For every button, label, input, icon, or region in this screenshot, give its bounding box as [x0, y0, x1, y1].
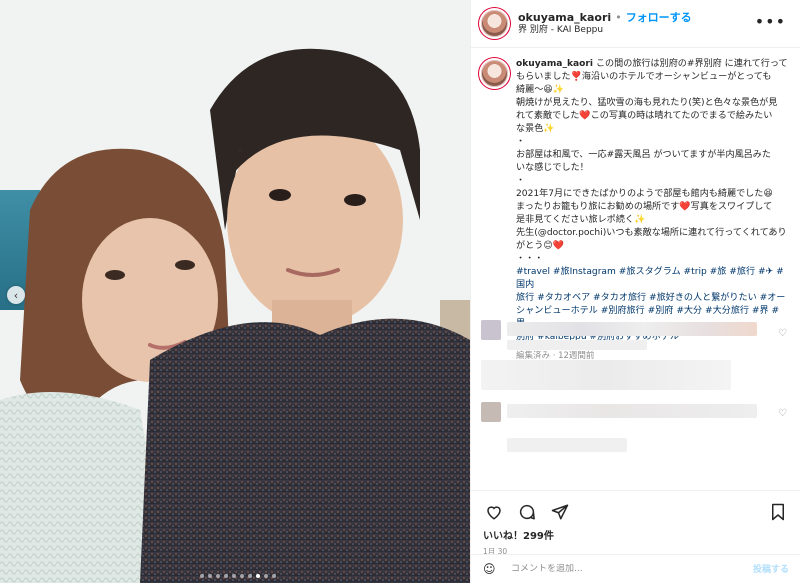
comment-avatar-blurred — [481, 402, 501, 422]
caption-line: この間の旅行は別府の#界別府 に連れて行って — [595, 59, 788, 69]
caption-line: ・・・ — [516, 254, 544, 264]
previous-photo-button[interactable]: ‹ — [7, 286, 25, 304]
hashtag-line[interactable]: 旅行 #タカオベア #タカオ旅行 #旅好きの人と繋がりたい #オー — [516, 292, 788, 305]
caption-username[interactable]: okuyama_kaori — [516, 59, 593, 69]
carousel-dots — [200, 574, 276, 578]
carousel-dot — [240, 574, 244, 578]
caption-line: 先生(@doctor.pochi)いつも素敵な場所に連れて行ってくれてあり — [516, 228, 787, 238]
carousel-dot — [272, 574, 276, 578]
more-options-icon[interactable]: ••• — [755, 12, 786, 31]
bookmark-icon[interactable] — [767, 501, 789, 523]
carousel-dot-active — [256, 574, 260, 578]
caption-line: もらいました❣️海沿いのホテルでオーシャンビューがとっても — [516, 72, 772, 82]
comment-item: ♡ — [481, 398, 789, 438]
comment-item: ♡ — [481, 318, 789, 358]
post-side-panel: okuyama_kaori • フォローする 界 別府 - KAI Beppu … — [470, 0, 800, 583]
post-header: okuyama_kaori • フォローする 界 別府 - KAI Beppu … — [471, 0, 800, 48]
header-username[interactable]: okuyama_kaori — [518, 11, 611, 25]
comment-text-blurred — [507, 340, 647, 350]
post-photo[interactable]: ‹ — [0, 0, 470, 583]
carousel-dot — [216, 574, 220, 578]
comment-item — [481, 438, 789, 478]
caption-line: まったりお籠もり旅にお勧めの場所です❤️写真をスワイプして — [516, 202, 773, 212]
photo-illustration — [0, 0, 470, 583]
caption-line: れて素敵でした❤️この写真の時は晴れてたのでまるで絵みたい — [516, 111, 773, 121]
caption-line: ・ — [516, 176, 526, 186]
comment-like-icon[interactable]: ♡ — [778, 408, 787, 419]
carousel-dot — [264, 574, 268, 578]
comment-text-blurred — [507, 404, 757, 418]
caption-line: 是非見てください旅レポ続く✨ — [516, 215, 646, 225]
likes-count[interactable]: いいね！299件 — [471, 525, 800, 542]
caption-line: 綺麗〜😆✨ — [516, 85, 565, 95]
carousel-dot — [232, 574, 236, 578]
caption-line: 2021年7月にできたばかりのようで部屋も館内も綺麗でした😆 — [516, 189, 773, 199]
avatar[interactable] — [481, 10, 508, 37]
carousel-dot — [224, 574, 228, 578]
follow-button[interactable]: フォローする — [626, 11, 692, 25]
post-actions: いいね！299件 1月 30 ☺ 投稿する — [471, 490, 800, 580]
location-link[interactable]: 界 別府 - KAI Beppu — [518, 25, 692, 36]
caption-line: 朝焼けが見えたり、猛吹雪の海も見れたり(笑)と色々な景色が見 — [516, 98, 778, 108]
comment-avatar-blurred — [481, 320, 501, 340]
caption-line: ・ — [516, 137, 526, 147]
carousel-dot — [208, 574, 212, 578]
comment-text-blurred — [481, 360, 731, 390]
carousel-dot — [248, 574, 252, 578]
post-comment-button[interactable]: 投稿する — [753, 562, 789, 575]
paper-plane-icon[interactable] — [549, 501, 571, 523]
comment-input[interactable] — [511, 563, 753, 574]
caption-line: いな感じでした！ — [516, 163, 589, 173]
caption-line: お部屋は和風で、一応#露天風呂 がついてますが半内風呂みた — [516, 150, 771, 160]
hashtag-line[interactable]: #travel #旅Instagram #旅スタグラム #trip #旅 #旅行… — [516, 266, 788, 292]
chevron-left-icon: ‹ — [13, 288, 19, 302]
comment-text-blurred — [507, 438, 627, 452]
comment-icon[interactable] — [516, 501, 538, 523]
caption-line: がとう😊❤️ — [516, 241, 565, 251]
comment-item — [481, 358, 789, 398]
comment-like-icon[interactable]: ♡ — [778, 328, 787, 339]
caption-text: okuyama_kaori この間の旅行は別府の#界別府 に連れて行って もらい… — [516, 58, 788, 361]
carousel-dot — [200, 574, 204, 578]
heart-icon[interactable] — [483, 501, 505, 523]
smiley-icon[interactable]: ☺ — [483, 562, 501, 576]
caption-section: okuyama_kaori この間の旅行は別府の#界別府 に連れて行って もらい… — [471, 48, 800, 361]
add-comment-bar: ☺ 投稿する — [471, 554, 800, 582]
caption-line: な景色✨ — [516, 124, 555, 134]
comment-text-blurred — [507, 322, 757, 336]
separator: • — [615, 11, 622, 24]
comments-list: ♡ ♡ — [481, 318, 789, 478]
caption-avatar[interactable] — [481, 60, 508, 87]
instagram-post-modal: ‹ okuyama_kaori • フォローする 界 別府 - KAI Bepp… — [0, 0, 800, 583]
